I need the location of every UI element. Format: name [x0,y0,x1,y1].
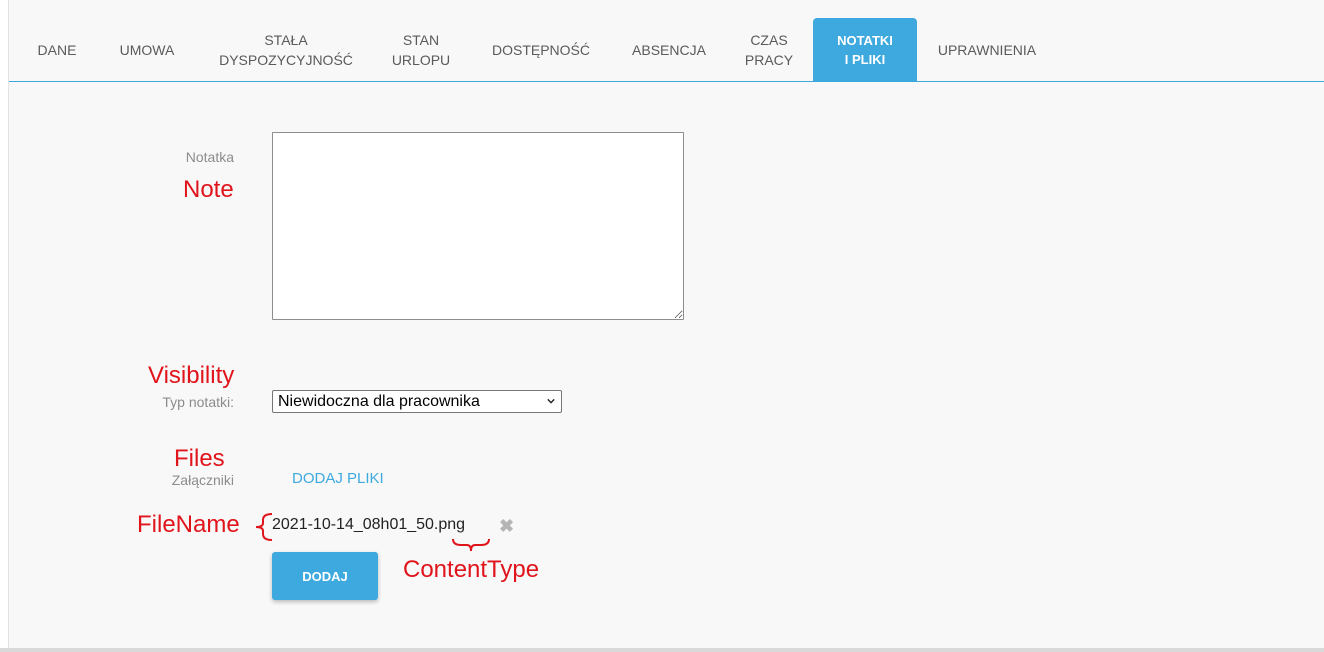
file-name: 2021-10-14_08h01_50.png [272,516,466,533]
tab-absencja[interactable]: ABSENCJA [621,18,717,81]
annotation-file-name: FileName [137,511,240,538]
close-icon[interactable]: ✖ [499,516,514,536]
tab-dane[interactable]: DANE [27,18,87,81]
annotation-note: Note [183,176,234,203]
tab-stala-dyspozycyjnosc[interactable]: STAŁA DYSPOZYCYJNOŚĆ [209,18,363,81]
bottom-border [0,648,1324,652]
note-label: Notatka [185,149,234,165]
tab-bar: DANE UMOWA STAŁA DYSPOZYCYJNOŚĆ STAN URL… [9,18,1324,82]
annotation-content-type: ContentType [403,556,540,583]
attachments-label: Załączniki [171,472,234,488]
note-type-selected-value: Niewidoczna dla pracownika [278,392,480,410]
tab-stan-urlopu[interactable]: STAN URLOPU [381,18,461,81]
note-textarea[interactable] [272,132,684,320]
tab-notatki-i-pliki[interactable]: NOTATKI I PLIKI [813,18,917,81]
annotation-visibility: Visibility [148,362,235,389]
tab-uprawnienia[interactable]: UPRAWNIENIA [929,18,1045,81]
brace-left-icon [255,513,273,541]
note-type-label: Typ notatki: [162,394,234,410]
brace-bottom-icon [452,538,490,552]
add-button[interactable]: DODAJ [272,552,378,600]
tab-umowa[interactable]: UMOWA [105,18,189,81]
note-type-select[interactable]: Niewidoczna dla pracownika [272,390,562,413]
page: DANE UMOWA STAŁA DYSPOZYCYJNOŚĆ STAN URL… [8,0,1324,648]
chevron-down-icon [547,398,555,404]
tab-czas-pracy[interactable]: CZAS PRACY [733,18,805,81]
add-files-link[interactable]: DODAJ PLIKI [292,470,384,487]
tab-dostepnosc[interactable]: DOSTĘPNOŚĆ [479,18,603,81]
annotation-files: Files [174,445,225,472]
